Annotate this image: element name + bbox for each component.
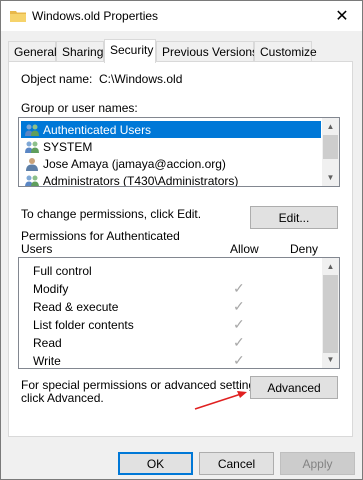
permission-row-full-control: Full control xyxy=(19,262,324,280)
close-icon: ✕ xyxy=(335,8,349,25)
user-list-item-jose-amaya[interactable]: Jose Amaya (jamaya@accion.org) xyxy=(21,155,321,172)
object-name-label: Object name: xyxy=(21,72,93,86)
permission-name: Modify xyxy=(33,282,69,296)
permissions-list: Full control Modify ✓ Read & execute ✓ L… xyxy=(18,257,340,369)
deny-column-header: Deny xyxy=(290,242,319,256)
user-name: Jose Amaya (jamaya@accion.org) xyxy=(43,156,226,171)
change-permissions-text: To change permissions, click Edit. xyxy=(21,207,202,221)
users-group-icon xyxy=(25,141,39,153)
scrollbar-thumb[interactable] xyxy=(323,275,338,353)
title-bar: Windows.old Properties ✕ xyxy=(1,1,362,31)
scroll-up-icon[interactable]: ▲ xyxy=(322,118,339,135)
user-name: Administrators (T430\Administrators) xyxy=(43,173,239,187)
scrollbar-thumb[interactable] xyxy=(323,135,338,159)
advanced-button[interactable]: Advanced xyxy=(250,376,338,399)
tab-sharing[interactable]: Sharing xyxy=(56,41,104,62)
tab-security[interactable]: Security xyxy=(104,39,156,63)
permission-name: List folder contents xyxy=(33,318,134,332)
user-list-item-administrators[interactable]: Administrators (T430\Administrators) xyxy=(21,172,321,187)
permission-name: Full control xyxy=(33,264,92,278)
permissions-for-label-user: Users xyxy=(21,242,53,256)
allow-column-header: Allow xyxy=(230,242,259,256)
allow-check-icon: ✓ xyxy=(233,280,245,296)
users-group-icon xyxy=(25,175,39,186)
permissions-for-label: Permissions for Authenticated xyxy=(21,229,180,243)
permission-row-write: Write ✓ xyxy=(19,352,324,368)
permission-row-read: Read ✓ xyxy=(19,334,324,352)
user-list-item-system[interactable]: SYSTEM xyxy=(21,138,321,155)
window-title: Windows.old Properties xyxy=(32,9,159,23)
allow-check-icon: ✓ xyxy=(233,316,245,332)
permission-row-modify: Modify ✓ xyxy=(19,280,324,298)
tab-general[interactable]: General xyxy=(8,41,57,62)
apply-button[interactable]: Apply xyxy=(280,452,355,475)
permission-name: Write xyxy=(33,354,61,368)
user-list-scrollbar[interactable]: ▲ ▼ xyxy=(322,118,339,186)
permission-row-list-folder-contents: List folder contents ✓ xyxy=(19,316,324,334)
scroll-down-icon[interactable]: ▼ xyxy=(322,351,339,368)
scroll-down-icon[interactable]: ▼ xyxy=(322,169,339,186)
cancel-button[interactable]: Cancel xyxy=(199,452,274,475)
permission-row-read-execute: Read & execute ✓ xyxy=(19,298,324,316)
permissions-scrollbar[interactable]: ▲ ▼ xyxy=(322,258,339,368)
tab-customize[interactable]: Customize xyxy=(254,41,317,62)
edit-button[interactable]: Edit... xyxy=(250,206,338,229)
user-icon xyxy=(26,157,38,171)
allow-check-icon: ✓ xyxy=(233,352,245,368)
permission-name: Read xyxy=(33,336,62,350)
object-name-value: C:\Windows.old xyxy=(99,72,183,86)
user-name: Authenticated Users xyxy=(43,122,152,137)
scroll-up-icon[interactable]: ▲ xyxy=(322,258,339,275)
allow-check-icon: ✓ xyxy=(233,334,245,350)
user-list-item-authenticated-users[interactable]: Authenticated Users xyxy=(21,121,321,138)
group-user-names-label: Group or user names: xyxy=(21,101,138,115)
ok-button[interactable]: OK xyxy=(118,452,193,475)
allow-check-icon: ✓ xyxy=(233,298,245,314)
properties-window: Windows.old Properties ✕ General Sharing… xyxy=(0,0,363,480)
folder-icon xyxy=(10,11,26,22)
close-button[interactable]: ✕ xyxy=(322,1,362,31)
special-permissions-text-2: click Advanced. xyxy=(21,391,104,405)
users-group-icon xyxy=(25,124,39,136)
user-list[interactable]: Authenticated Users SYSTEM Jose Amaya (j… xyxy=(18,117,340,187)
user-name: SYSTEM xyxy=(43,139,93,154)
permission-name: Read & execute xyxy=(33,300,119,314)
annotation-arrow-icon xyxy=(194,391,247,410)
tab-previous-versions[interactable]: Previous Versions xyxy=(156,41,258,62)
